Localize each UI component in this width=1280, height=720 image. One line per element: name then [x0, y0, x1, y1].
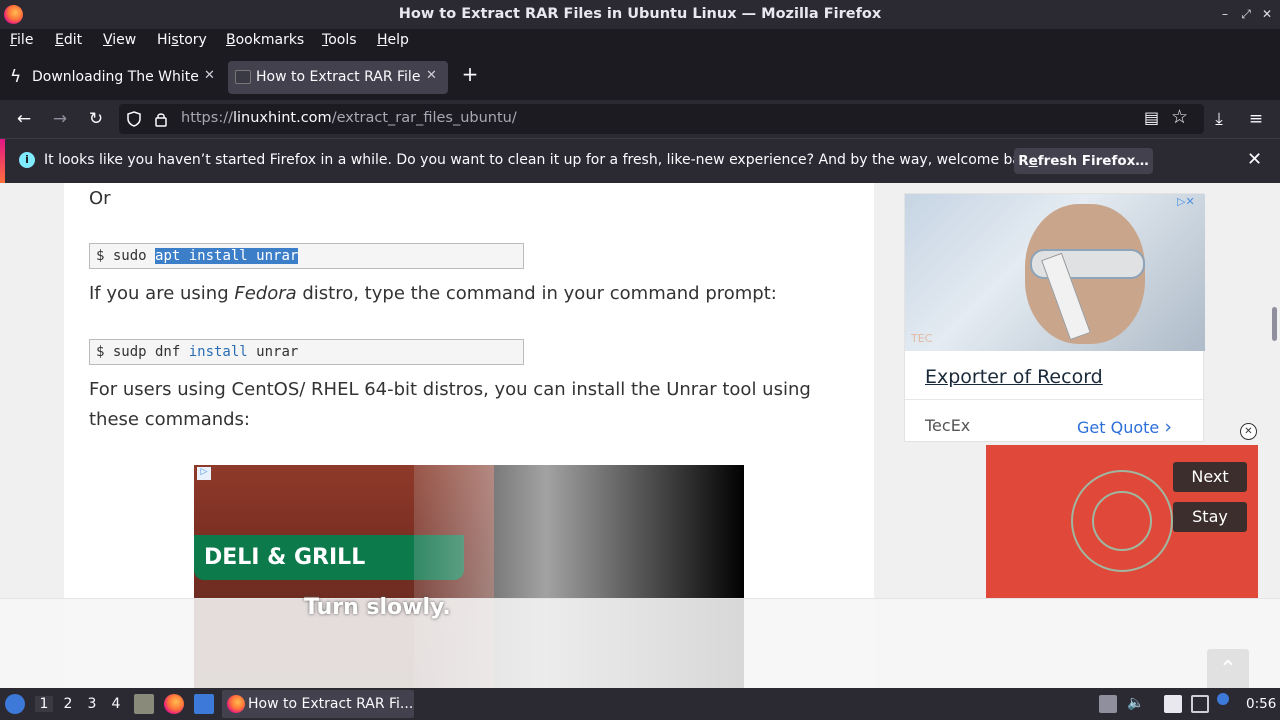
page-scrollbar[interactable] [1268, 183, 1280, 688]
tab-label: Downloading The White H [32, 69, 200, 85]
maximize-button[interactable]: ⤢ [1238, 5, 1254, 23]
info-icon: i [19, 152, 35, 168]
menu-view[interactable]: View [103, 32, 136, 48]
title-bar: How to Extract RAR Files in Ubuntu Linux… [0, 0, 1280, 29]
url-bar[interactable]: https://linuxhint.com/extract_rar_files_… [119, 104, 1204, 134]
centos-paragraph: For users using CentOS/ RHEL 64-bit dist… [89, 379, 811, 430]
file-manager-icon[interactable] [134, 694, 154, 714]
code-block-apt[interactable]: $ sudo apt install unrar [89, 243, 524, 269]
tab-close-icon[interactable]: ✕ [426, 68, 437, 83]
taskbar: 1 2 3 4 How to Extract RAR Fi... 🔈 0:56 [0, 688, 1280, 720]
chevron-right-icon: › [1164, 416, 1172, 438]
get-quote-button[interactable]: Get Quote › [1077, 416, 1172, 438]
display-icon[interactable] [1191, 695, 1209, 713]
ad-ring-inner [1092, 491, 1152, 551]
navigation-toolbar: ← → ↻ https://linuxhint.com/extract_rar_… [0, 100, 1280, 138]
clock: 0:56 [1246, 696, 1277, 712]
menu-history[interactable]: History [157, 32, 207, 48]
task-label: How to Extract RAR Fi... [248, 696, 414, 712]
close-notification-button[interactable]: ✕ [1247, 149, 1262, 170]
window-title: How to Extract RAR Files in Ubuntu Linux… [398, 6, 882, 22]
menu-tools[interactable]: Tools [322, 32, 357, 48]
menu-file[interactable]: File [10, 32, 33, 48]
downloads-button[interactable]: ⤓ [1208, 108, 1230, 130]
stay-button[interactable]: Stay [1173, 502, 1247, 532]
clipboard-icon[interactable] [1164, 695, 1182, 713]
firefox-icon [227, 695, 245, 713]
adchoices-icon[interactable]: ▷✕ [1177, 195, 1195, 208]
new-tab-button[interactable]: + [458, 62, 482, 86]
video-sign-text: DELI & GRILL [204, 545, 366, 570]
menu-help[interactable]: Help [377, 32, 409, 48]
workspace-2[interactable]: 2 [59, 696, 77, 712]
workspace-4[interactable]: 4 [107, 696, 125, 712]
back-button[interactable]: ← [13, 108, 35, 130]
shield-icon[interactable] [127, 111, 141, 127]
or-text: Or [89, 188, 111, 209]
bookmark-star-icon[interactable]: ☆ [1171, 106, 1188, 128]
ad-advertiser: TecEx [925, 416, 971, 435]
workspace-3[interactable]: 3 [83, 696, 101, 712]
sticky-footer-overlay [0, 598, 1280, 688]
ad-image: TEC [905, 194, 1205, 351]
tab-bar: ϟ Downloading The White H ✕ How to Extra… [0, 54, 1280, 100]
workspace-1[interactable]: 1 [35, 696, 53, 712]
scrollbar-thumb[interactable] [1272, 307, 1277, 341]
reader-view-icon[interactable]: ▤ [1144, 108, 1159, 127]
usb-icon[interactable] [1099, 695, 1117, 713]
ad-choices-icon[interactable]: ▷ [197, 467, 211, 480]
minimize-button[interactable]: – [1217, 5, 1233, 23]
ad-divider [905, 399, 1205, 400]
page-viewport: Or $ sudo apt install unrar If you are u… [0, 183, 1280, 688]
firefox-launcher-icon[interactable] [164, 694, 184, 714]
site-favicon-icon [235, 70, 251, 84]
ad-headline[interactable]: Exporter of Record [925, 366, 1103, 388]
app-menu-button[interactable]: ≡ [1245, 108, 1267, 130]
menu-bar: File Edit View History Bookmarks Tools H… [0, 29, 1280, 54]
notification-message: It looks like you haven’t started Firefo… [44, 152, 1043, 168]
floating-video-ad[interactable]: Next Stay [986, 445, 1258, 598]
lock-icon[interactable] [155, 111, 167, 127]
notification-bar: i It looks like you haven’t started Fire… [0, 138, 1280, 184]
start-menu-icon[interactable] [5, 694, 25, 714]
volume-icon[interactable]: 🔈 [1127, 695, 1145, 713]
video-subtitle: Turn slowly. [304, 595, 451, 620]
close-window-button[interactable]: ✕ [1259, 5, 1275, 23]
menu-edit[interactable]: Edit [55, 32, 82, 48]
refresh-firefox-button[interactable]: Refresh Firefox… [1014, 148, 1153, 174]
close-ad-icon[interactable]: ✕ [1240, 423, 1257, 440]
scroll-to-top-button[interactable]: ⌃ [1207, 649, 1249, 688]
tab-extract-rar[interactable]: How to Extract RAR Files ✕ [228, 61, 448, 94]
terminal-icon[interactable] [194, 694, 214, 714]
fedora-paragraph: If you are using Fedora distro, type the… [89, 283, 777, 304]
notification-stripe [0, 139, 5, 184]
next-button[interactable]: Next [1173, 462, 1247, 492]
url-text[interactable]: https://linuxhint.com/extract_rar_files_… [181, 110, 517, 126]
menu-bookmarks[interactable]: Bookmarks [226, 32, 304, 48]
reload-button[interactable]: ↻ [85, 108, 107, 130]
tab-downloading[interactable]: ϟ Downloading The White H ✕ [4, 61, 224, 94]
taskbar-firefox-window[interactable]: How to Extract RAR Fi... [222, 690, 414, 718]
notification-icon[interactable] [1217, 693, 1229, 705]
bolt-icon: ϟ [10, 67, 22, 87]
sidebar-ad[interactable]: TEC ▷✕ Exporter of Record TecEx Get Quot… [904, 193, 1205, 442]
tab-close-icon[interactable]: ✕ [204, 68, 215, 83]
tab-label: How to Extract RAR Files [256, 69, 420, 85]
forward-button[interactable]: → [49, 108, 71, 130]
ad-image-watermark: TEC [911, 332, 933, 345]
code-block-dnf[interactable]: $ sudp dnf install unrar [89, 339, 524, 365]
